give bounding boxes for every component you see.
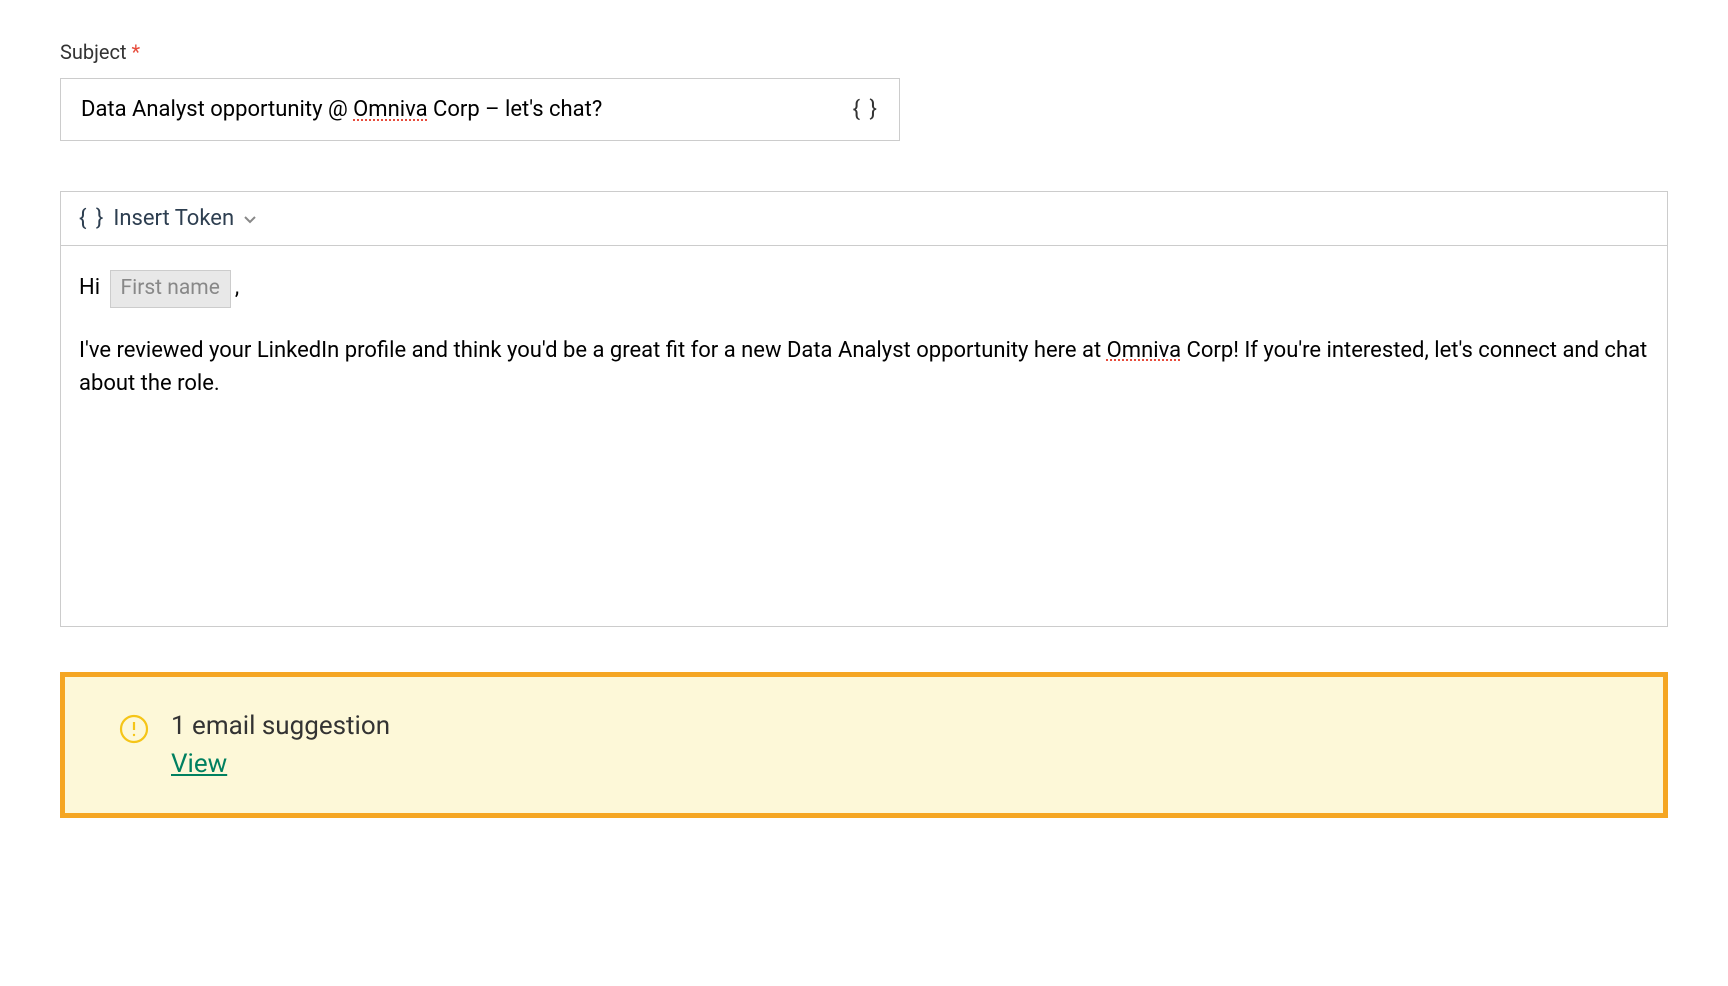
suggestion-banner: 1 email suggestion View <box>60 672 1668 818</box>
braces-icon: { } <box>79 206 105 231</box>
suggestion-title: 1 email suggestion <box>171 711 390 741</box>
editor-toolbar: { } Insert Token <box>61 192 1667 246</box>
insert-token-label: Insert Token <box>113 206 234 231</box>
editor-body[interactable]: Hi First name, I've reviewed your Linked… <box>61 246 1667 626</box>
suggestion-view-link[interactable]: View <box>171 749 227 779</box>
subject-spellcheck-word: Omniva <box>353 97 427 122</box>
insert-token-button[interactable]: { } Insert Token <box>79 206 258 231</box>
subject-text-part1: Data Analyst opportunity @ <box>81 97 353 122</box>
chevron-down-icon <box>242 211 258 227</box>
greeting-suffix: , <box>235 275 239 300</box>
subject-token-icon[interactable]: { } <box>853 97 879 122</box>
token-chip-firstname[interactable]: First name <box>110 270 231 308</box>
suggestion-content: 1 email suggestion View <box>171 711 390 779</box>
subject-section: Subject * Data Analyst opportunity @ Omn… <box>60 40 1668 141</box>
body-text-before: I've reviewed your LinkedIn profile and … <box>79 338 1107 363</box>
subject-label-text: Subject <box>60 40 127 64</box>
subject-input[interactable]: Data Analyst opportunity @ Omniva Corp –… <box>81 97 853 122</box>
body-paragraph: I've reviewed your LinkedIn profile and … <box>79 334 1649 400</box>
subject-text-part2: Corp – let's chat? <box>428 97 603 122</box>
required-asterisk: * <box>132 40 141 64</box>
subject-label: Subject * <box>60 40 1668 64</box>
alert-icon <box>119 714 149 744</box>
editor-container: { } Insert Token Hi First name, I've rev… <box>60 191 1668 627</box>
body-spellcheck-word: Omniva <box>1107 338 1181 363</box>
greeting-line: Hi First name, <box>79 270 1649 308</box>
greeting-prefix: Hi <box>79 275 100 300</box>
subject-input-wrapper[interactable]: Data Analyst opportunity @ Omniva Corp –… <box>60 78 900 141</box>
